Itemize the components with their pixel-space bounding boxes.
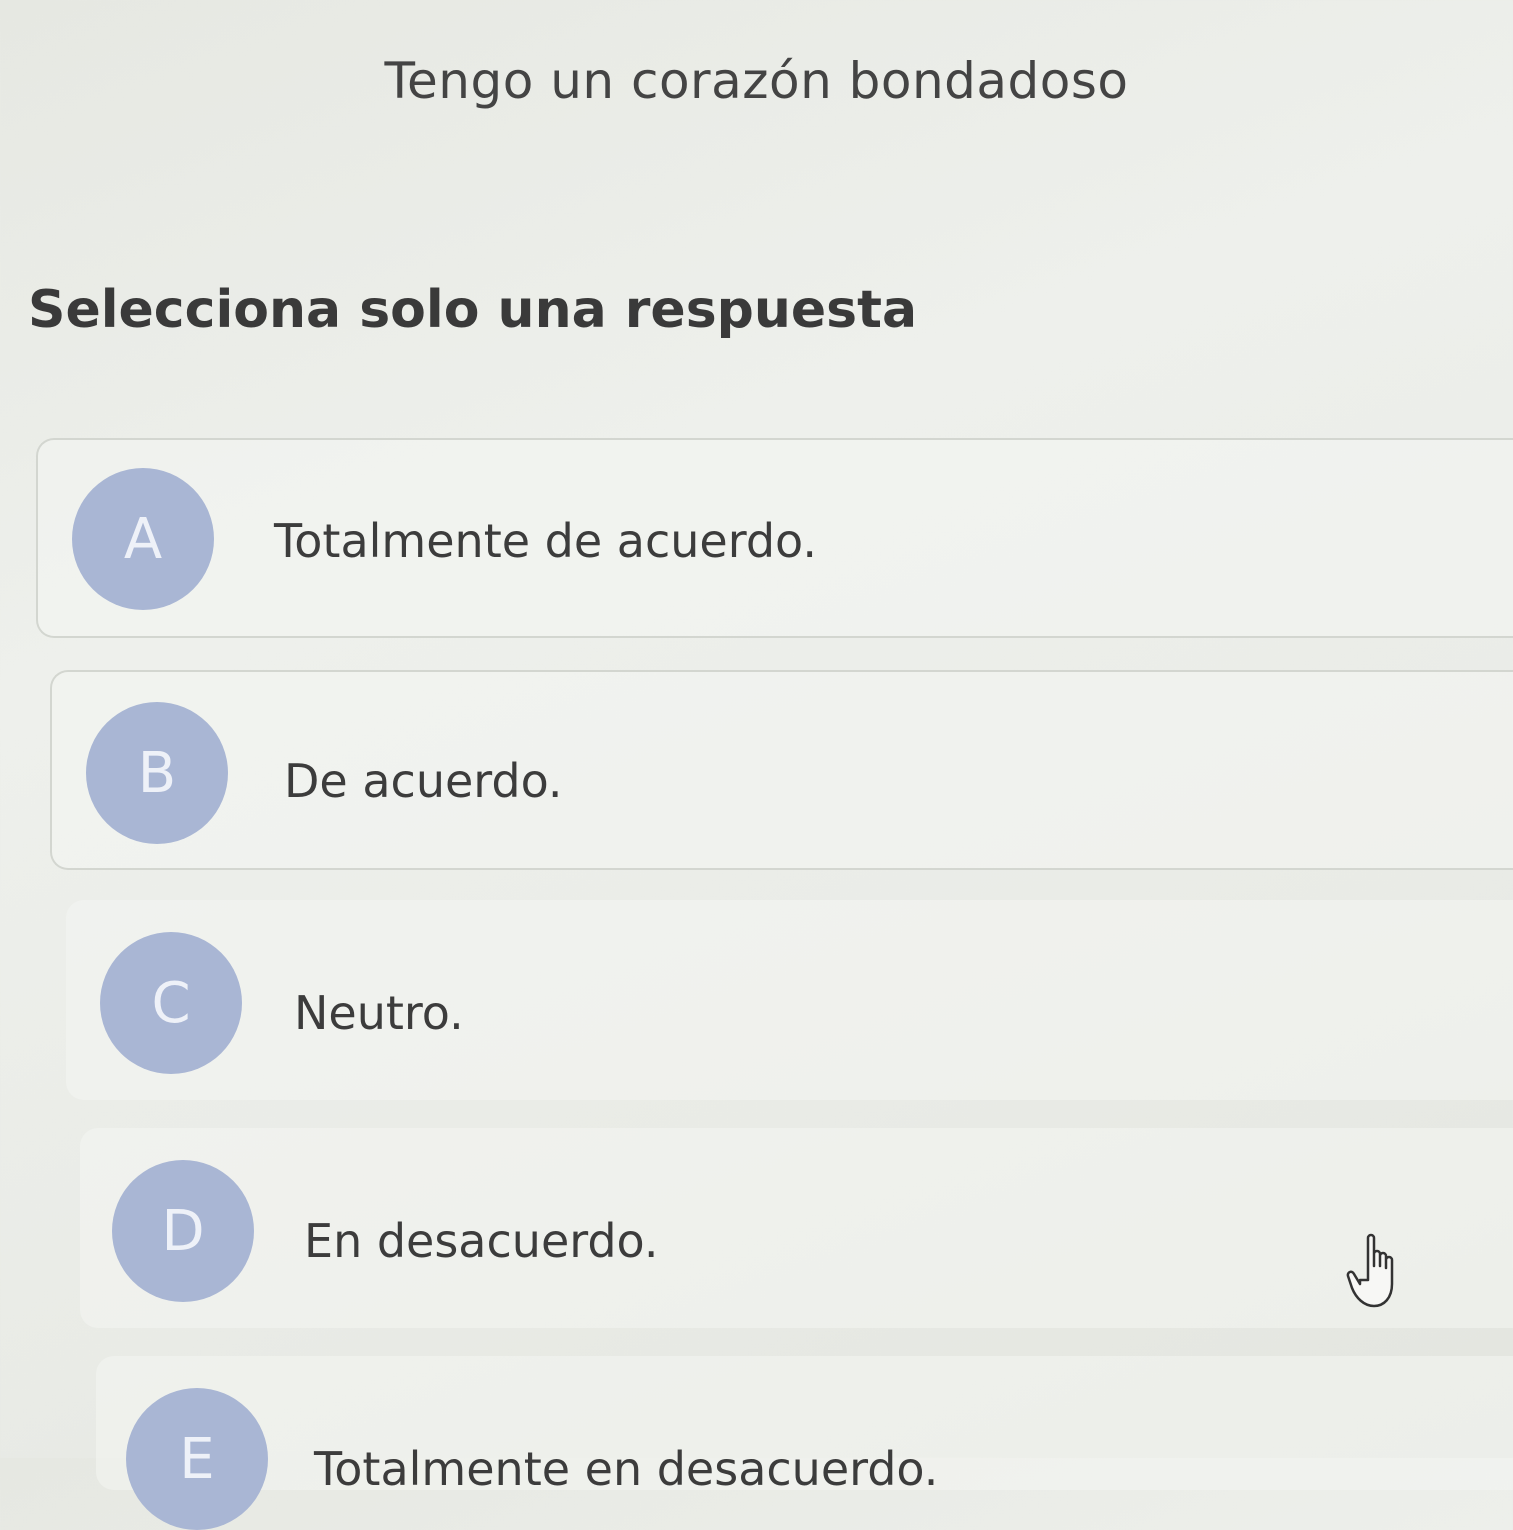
hand-pointer-icon xyxy=(1346,1233,1394,1308)
question-title: Tengo un corazón bondadoso xyxy=(384,52,1129,110)
option-letter-badge: A xyxy=(72,468,214,610)
option-letter-badge: B xyxy=(86,702,228,844)
option-label: Neutro. xyxy=(294,986,464,1040)
option-c[interactable]: C Neutro. xyxy=(66,900,1513,1100)
option-letter-badge: C xyxy=(100,932,242,1074)
option-letter-badge: E xyxy=(126,1388,268,1530)
instruction-text: Selecciona solo una respuesta xyxy=(28,280,918,340)
option-b[interactable]: B De acuerdo. xyxy=(50,670,1513,870)
option-label: En desacuerdo. xyxy=(304,1214,659,1268)
option-label: De acuerdo. xyxy=(284,754,563,808)
option-letter-badge: D xyxy=(112,1160,254,1302)
option-a[interactable]: A Totalmente de acuerdo. xyxy=(36,438,1513,638)
option-label: Totalmente de acuerdo. xyxy=(274,514,817,568)
option-d[interactable]: D En desacuerdo. xyxy=(80,1128,1513,1328)
option-e[interactable]: E Totalmente en desacuerdo. xyxy=(96,1356,1513,1530)
option-label: Totalmente en desacuerdo. xyxy=(314,1442,939,1496)
